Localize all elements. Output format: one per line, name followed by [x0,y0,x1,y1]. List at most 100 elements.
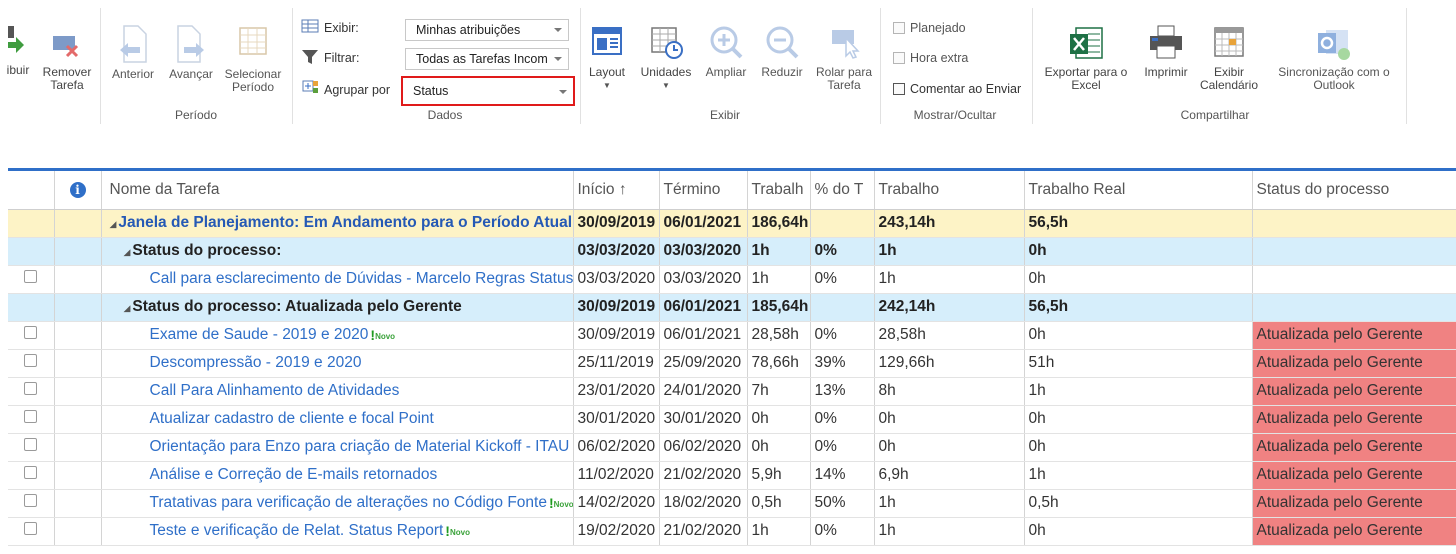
col-header-termino[interactable]: Término [659,171,748,210]
task-name-link[interactable]: Exame de Saude - 2019 e 2020 [150,326,369,343]
termino-cell[interactable]: 06/02/2020 [659,433,748,462]
status-processo-cell[interactable] [1252,237,1456,266]
task-name-cell[interactable]: Descompressão - 2019 e 2020 [101,349,574,378]
trabalho-real-cell[interactable]: 0h [1024,433,1253,462]
row-checkbox[interactable] [24,438,38,451]
inicio-cell[interactable]: 06/02/2020 [573,433,660,462]
trabalho-real-cell[interactable]: 0h [1024,517,1253,546]
unidades-button[interactable]: Unidades ▼ [636,24,696,92]
trabalho-real-cell[interactable]: 51h [1024,349,1253,378]
exportar-excel-button[interactable]: Exportar para o Excel [1036,24,1136,92]
termino-cell[interactable]: 03/03/2020 [659,265,748,294]
table-row[interactable]: Descompressão - 2019 e 2020 25/11/2019 25/… [8,349,1456,378]
trabalho-restante-cell[interactable]: 28,58h [747,321,811,350]
trabalho-restante-cell[interactable]: 0h [747,433,811,462]
status-processo-cell[interactable]: Atualizada pelo Gerente [1252,433,1456,462]
planejado-checkbox[interactable]: Planejado [893,21,966,35]
trabalho-restante-cell[interactable]: 1h [747,517,811,546]
selecionar-periodo-button[interactable]: Selecionar Período [220,24,286,94]
trabalho-real-cell[interactable]: 0h [1024,237,1253,266]
filtrar-dropdown[interactable]: Todas as Tarefas Incom [405,48,569,70]
table-row[interactable]: Teste e verificação de Relat. Status Rep… [8,517,1456,546]
trabalho-cell[interactable]: 243,14h [874,209,1025,238]
task-name-cell[interactable]: Call Para Alinhamento de Atividades [101,377,574,406]
row-checkbox[interactable] [24,494,38,507]
collapse-triangle-icon[interactable]: ◢ [110,219,117,229]
inicio-cell[interactable]: 30/01/2020 [573,405,660,434]
inicio-cell[interactable]: 11/02/2020 [573,461,660,490]
table-row[interactable]: Análise e Correção de E-mails retornados… [8,461,1456,490]
termino-cell[interactable]: 30/01/2020 [659,405,748,434]
row-checkbox[interactable] [24,354,38,367]
trabalho-restante-cell[interactable]: 1h [747,237,811,266]
row-select-cell[interactable] [8,265,55,294]
inicio-cell[interactable]: 30/09/2019 [573,321,660,350]
trabalho-real-cell[interactable]: 0h [1024,321,1253,350]
inicio-cell[interactable]: 30/09/2019 [573,293,660,322]
rolar-para-tarefa-button[interactable]: Rolar para Tarefa [812,24,876,92]
table-row[interactable]: Atualizar cadastro de cliente e focal Po… [8,405,1456,434]
row-checkbox[interactable] [24,326,38,339]
trabalho-real-cell[interactable]: 0h [1024,405,1253,434]
trabalho-cell[interactable]: 28,58h [874,321,1025,350]
task-name-link[interactable]: Atualizar cadastro de cliente e focal Po… [150,410,434,427]
status-processo-cell[interactable] [1252,265,1456,294]
table-row[interactable]: Exame de Saude - 2019 e 2020 !Novo 30/09/2… [8,321,1456,350]
task-name-cell[interactable]: Tratativas para verificação de alteraçõe… [101,489,574,518]
trabalho-cell[interactable]: 0h [874,433,1025,462]
atribuir-button[interactable]: ibuir [0,20,36,77]
status-processo-cell[interactable]: Atualizada pelo Gerente [1252,321,1456,350]
trabalho-cell[interactable]: 1h [874,489,1025,518]
termino-cell[interactable]: 06/01/2021 [659,321,748,350]
percent-complete-cell[interactable]: 0% [810,433,875,462]
task-name-cell[interactable]: Análise e Correção de E-mails retornados [101,461,574,490]
status-processo-cell[interactable]: Atualizada pelo Gerente [1252,349,1456,378]
col-header-inicio[interactable]: Início ↑ [573,171,660,210]
percent-complete-cell[interactable]: 14% [810,461,875,490]
task-name-link[interactable]: Tratativas para verificação de alteraçõe… [150,494,547,511]
task-name-link[interactable]: Orientação para Enzo para criação de Mat… [150,438,570,455]
termino-cell[interactable]: 21/02/2020 [659,517,748,546]
remover-tarefa-button[interactable]: Remover Tarefa [38,32,96,92]
task-name-cell[interactable]: ◢ Status do processo: Atualizada pelo Ger… [101,293,574,322]
row-select-cell[interactable] [8,349,55,378]
task-name-cell[interactable]: Exame de Saude - 2019 e 2020 !Novo [101,321,574,350]
trabalho-real-cell[interactable]: 1h [1024,461,1253,490]
trabalho-cell[interactable]: 0h [874,405,1025,434]
trabalho-restante-cell[interactable]: 7h [747,377,811,406]
reduzir-button[interactable]: Reduzir [756,24,808,79]
hora-extra-checkbox[interactable]: Hora extra [893,51,968,65]
termino-cell[interactable]: 21/02/2020 [659,461,748,490]
trabalho-restante-cell[interactable]: 0h [747,405,811,434]
termino-cell[interactable]: 18/02/2020 [659,489,748,518]
termino-cell[interactable]: 06/01/2021 [659,293,748,322]
trabalho-cell[interactable]: 129,66h [874,349,1025,378]
inicio-cell[interactable]: 03/03/2020 [573,265,660,294]
inicio-cell[interactable]: 25/11/2019 [573,349,660,378]
trabalho-restante-cell[interactable]: 185,64h [747,293,811,322]
percent-complete-cell[interactable]: 13% [810,377,875,406]
trabalho-cell[interactable]: 1h [874,237,1025,266]
row-select-cell[interactable] [8,377,55,406]
row-select-cell[interactable] [8,405,55,434]
collapse-triangle-icon[interactable]: ◢ [124,303,131,313]
termino-cell[interactable]: 03/03/2020 [659,237,748,266]
row-select-cell[interactable] [8,209,55,238]
row-select-cell[interactable] [8,517,55,546]
row-select-cell[interactable] [8,321,55,350]
trabalho-real-cell[interactable]: 0h [1024,265,1253,294]
status-processo-cell[interactable]: Atualizada pelo Gerente [1252,517,1456,546]
table-row[interactable]: Orientação para Enzo para criação de Mat… [8,433,1456,462]
task-name-cell[interactable]: Atualizar cadastro de cliente e focal Po… [101,405,574,434]
percent-complete-cell[interactable]: 0% [810,237,875,266]
task-name-link[interactable]: Análise e Correção de E-mails retornados [150,466,438,483]
row-checkbox[interactable] [24,410,38,423]
percent-complete-cell[interactable]: 0% [810,517,875,546]
table-row[interactable]: Call para esclarecimento de Dúvidas - Ma… [8,265,1456,294]
percent-complete-cell[interactable] [810,293,875,322]
row-select-cell[interactable] [8,433,55,462]
col-header-status[interactable]: Status do processo [1252,171,1456,210]
trabalho-restante-cell[interactable]: 78,66h [747,349,811,378]
inicio-cell[interactable]: 30/09/2019 [573,209,660,238]
row-select-cell[interactable] [8,489,55,518]
